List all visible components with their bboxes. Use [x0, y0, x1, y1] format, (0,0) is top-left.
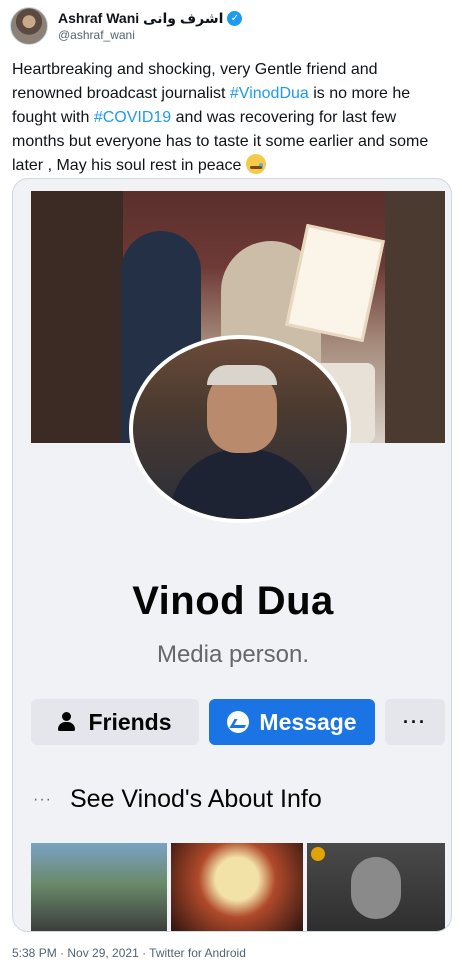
portrait-face [351, 857, 401, 919]
profile-photo [129, 335, 351, 523]
profile-bio: Media person. [156, 641, 310, 668]
photo-thumbnail-deity [171, 843, 303, 931]
cover-bookshelf-right [385, 191, 445, 443]
photo-thumbnail-portrait [307, 843, 445, 931]
profile-photo-hair [207, 365, 277, 385]
display-name-line[interactable]: Ashraf Wani اشرف وانی ✓ [58, 10, 243, 27]
message-label: Message [259, 708, 357, 735]
profile-name: Vinod Dua [132, 579, 334, 623]
user-avatar[interactable] [10, 7, 48, 45]
cover-bookshelf [31, 191, 123, 443]
friends-button: Friends [31, 699, 199, 745]
hashtag-vinoddua[interactable]: #VinodDua [230, 85, 309, 102]
profile-photo-body [169, 449, 319, 519]
verified-badge-icon: ✓ [227, 11, 243, 26]
tweet-timestamp[interactable]: 5:38 PM · Nov 29, 2021 · Twitter for And… [12, 946, 246, 960]
channel-logo-icon [311, 847, 325, 861]
user-names: Ashraf Wani اشرف وانی ✓ @ashraf_wani [58, 10, 243, 42]
user-handle[interactable]: @ashraf_wani [58, 28, 242, 42]
about-info-label: See Vinod's About Info [69, 785, 322, 813]
friends-label: Friends [88, 708, 172, 735]
about-info-row: ··· See Vinod's About Info [33, 785, 322, 814]
crying-face-emoji [245, 154, 266, 174]
more-options-button: ··· [385, 699, 445, 745]
display-name[interactable]: Ashraf Wani اشرف وانی [58, 10, 223, 27]
hashtag-covid19[interactable]: #COVID19 [94, 109, 171, 126]
about-dots-icon: ··· [33, 790, 52, 808]
messenger-icon [227, 711, 250, 733]
tweet-header: Ashraf Wani اشرف وانی ✓ @ashraf_wani [10, 6, 450, 46]
tweet-text: Heartbreaking and shocking, very Gentle … [12, 58, 452, 178]
message-button: Message [209, 699, 375, 745]
photo-thumbnail-family [31, 843, 167, 931]
tweet-media-image[interactable]: Vinod Dua Media person. Friends Message … [12, 178, 452, 932]
person-icon [58, 712, 78, 732]
cover-certificate [285, 223, 385, 343]
